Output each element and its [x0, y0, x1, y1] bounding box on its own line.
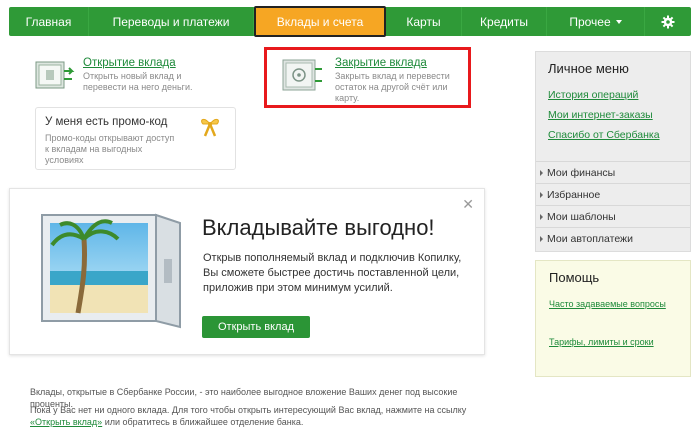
nav-other[interactable]: Прочее: [547, 7, 645, 36]
open-deposit-desc: Открыть новый вклад и перевести на него …: [83, 71, 193, 92]
open-deposit-button[interactable]: Открыть вклад: [202, 316, 310, 338]
sidebar-item-templates[interactable]: Мои шаблоны: [536, 205, 690, 227]
close-icon[interactable]: ✕: [462, 196, 474, 213]
arrow-right-icon: [540, 192, 543, 198]
safe-beach-illustration: [41, 213, 181, 329]
open-deposit-link[interactable]: Открытие вклада: [83, 57, 223, 69]
sidebar-item-favorites[interactable]: Избранное: [536, 183, 690, 205]
arrow-right-icon: [540, 236, 543, 242]
banner-text: Открыв пополняемый вклад и подключив Коп…: [203, 252, 462, 294]
gear-icon: [661, 15, 675, 28]
nav-label: Прочее: [569, 14, 611, 29]
nav-label: Карты: [406, 14, 441, 29]
settings-button[interactable]: [645, 7, 691, 36]
personal-menu-title: Личное меню: [548, 61, 629, 76]
open-deposit-card[interactable]: Открытие вклада Открыть новый вклад и пе…: [33, 57, 223, 93]
nav-label: Вклады и счета: [276, 14, 364, 29]
promo-desc: Промо-коды открывают доступ к вкладам на…: [45, 133, 175, 165]
sidebar-item-label: Мои автоплатежи: [547, 232, 633, 245]
help-link-faq[interactable]: Часто задаваемые вопросы: [549, 299, 669, 310]
nav-home[interactable]: Главная: [9, 7, 89, 36]
sidebar-link-history[interactable]: История операций: [548, 89, 638, 101]
sidebar-item-label: Мои финансы: [547, 166, 616, 179]
nav-transfers[interactable]: Переводы и платежи: [89, 7, 254, 36]
nav-label: Переводы и платежи: [112, 14, 230, 29]
page: Главная Переводы и платежи Вклады и счет…: [0, 0, 700, 433]
nav-cards[interactable]: Карты: [386, 7, 462, 36]
personal-menu: Личное меню История операций Мои интерне…: [535, 51, 691, 252]
arrow-right-icon: [540, 214, 543, 220]
footer-no-deposits: Пока у Вас нет ни одного вклада. Для тог…: [30, 404, 500, 428]
banner-title: Вкладывайте выгодно!: [202, 215, 435, 240]
safe-open-icon: [35, 61, 75, 89]
sidebar-item-label: Избранное: [547, 188, 601, 201]
highlight-frame: [264, 47, 471, 108]
nav-credits[interactable]: Кредиты: [462, 7, 547, 36]
nav-label: Главная: [25, 14, 72, 29]
nav-label: Кредиты: [480, 14, 528, 29]
promo-code-card[interactable]: У меня есть промо-код Промо-коды открыва…: [35, 107, 236, 170]
help-title: Помощь: [549, 270, 600, 285]
arrow-right-icon: [540, 170, 543, 176]
sidebar-link-spasibo[interactable]: Спасибо от Сбербанка: [548, 129, 660, 141]
sidebar-item-autopayments[interactable]: Мои автоплатежи: [536, 227, 690, 249]
gift-bow-icon: [201, 118, 219, 137]
footer-text-end: или обратитесь в ближайшее отделение бан…: [102, 417, 304, 427]
sidebar-link-orders[interactable]: Мои интернет-заказы: [548, 109, 653, 121]
chevron-down-icon: [615, 19, 622, 24]
main-nav: Главная Переводы и платежи Вклады и счет…: [9, 6, 691, 37]
sidebar-item-finances[interactable]: Мои финансы: [536, 161, 690, 183]
footer-text-start: Пока у Вас нет ни одного вклада. Для тог…: [30, 405, 467, 415]
sidebar-item-label: Мои шаблоны: [547, 210, 616, 223]
footer-open-deposit-link[interactable]: «Открыть вклад»: [30, 417, 102, 427]
nav-deposits[interactable]: Вклады и счета: [254, 6, 386, 37]
promo-banner: Вкладывайте выгодно! Открыв пополняемый …: [9, 188, 485, 355]
help-panel: Помощь Часто задаваемые вопросы Тарифы, …: [535, 260, 691, 377]
help-link-tariffs[interactable]: Тарифы, лимиты и сроки: [549, 337, 669, 348]
